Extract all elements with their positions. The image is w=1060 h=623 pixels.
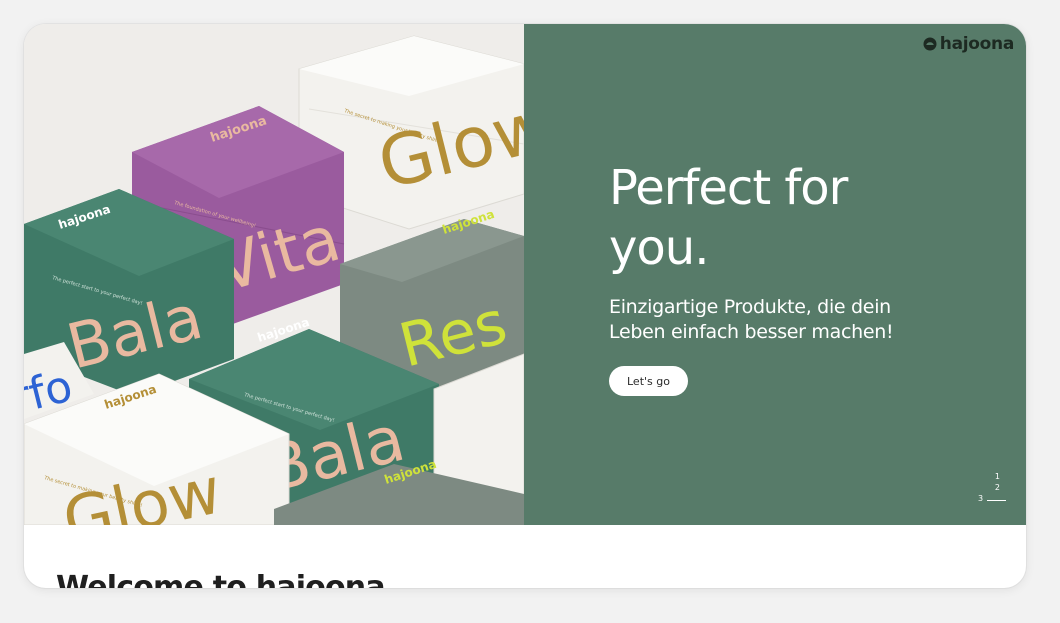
- hero-headline: Perfect for you.: [609, 158, 989, 278]
- browser-frame: The secret to making your beauty shine! …: [24, 24, 1026, 588]
- hero-section: The secret to making your beauty shine! …: [24, 24, 1026, 525]
- lets-go-button[interactable]: Let's go: [609, 366, 688, 396]
- pager-active-indicator: [987, 500, 1006, 501]
- slide-pager: 1 2 3: [978, 472, 1006, 506]
- hero-panel: hajoona Perfect for you. Einzigartige Pr…: [524, 24, 1026, 525]
- pager-item-2[interactable]: 2: [995, 483, 1000, 493]
- hero-headline-line1: Perfect for: [609, 160, 848, 216]
- hero-subline: Einzigartige Produkte, die dein Leben ei…: [609, 295, 969, 345]
- hero-subline-line2: Leben einfach besser machen!: [609, 321, 894, 343]
- pager-item-1[interactable]: 1: [995, 472, 1000, 482]
- pager-item-3[interactable]: 3: [978, 494, 983, 504]
- hero-headline-line2: you.: [609, 220, 709, 276]
- hero-subline-line1: Einzigartige Produkte, die dein: [609, 296, 891, 318]
- hajoona-logo-icon: [923, 37, 937, 51]
- brand-logo[interactable]: hajoona: [923, 34, 1014, 54]
- welcome-title: Welcome to hajoona: [56, 570, 386, 588]
- brand-logo-text: hajoona: [939, 34, 1015, 54]
- product-boxes-image: The secret to making your beauty shine! …: [24, 24, 524, 525]
